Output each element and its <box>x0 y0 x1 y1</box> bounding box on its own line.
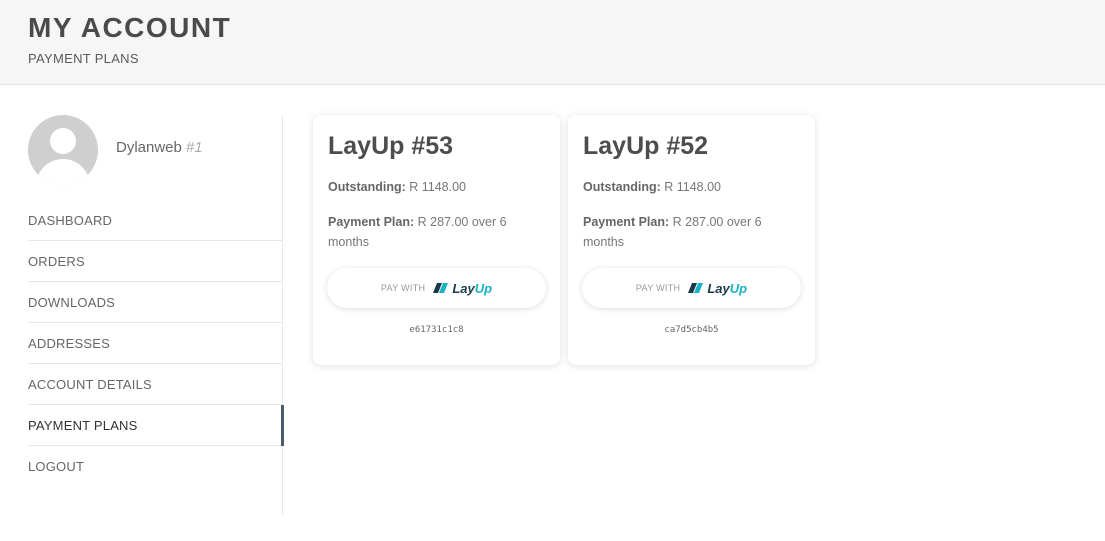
brand-lay: Lay <box>707 280 730 296</box>
nav-item-account-details[interactable]: ACCOUNT DETAILS <box>28 364 283 405</box>
nav-item-payment-plans[interactable]: PAYMENT PLANS <box>28 405 284 446</box>
outstanding-value: R 1148.00 <box>664 180 722 194</box>
brand-up: Up <box>474 280 493 296</box>
outstanding-value: R 1148.00 <box>409 180 467 194</box>
layup-logo-icon: LayUp <box>433 281 492 296</box>
outstanding-line: Outstanding: R 1148.00 <box>583 177 798 197</box>
payment-plan-card: LayUp #52 Outstanding: R 1148.00 Payment… <box>568 115 815 365</box>
account-nav: DASHBOARD ORDERS DOWNLOADS ADDRESSES ACC… <box>28 200 284 487</box>
outstanding-label: Outstanding: <box>328 180 406 194</box>
user-name: Dylanweb #1 <box>116 139 203 156</box>
user-id: #1 <box>185 139 203 156</box>
payment-plan-label: Payment Plan: <box>328 215 415 229</box>
page-subtitle: PAYMENT PLANS <box>28 51 139 66</box>
outstanding-line: Outstanding: R 1148.00 <box>328 177 543 197</box>
page-header: MY ACCOUNT PAYMENT PLANS <box>0 0 1105 85</box>
brand-lay: Lay <box>452 280 475 296</box>
nav-item-downloads[interactable]: DOWNLOADS <box>28 282 283 323</box>
page-title: MY ACCOUNT <box>28 12 232 43</box>
payment-plan-label: Payment Plan: <box>583 215 670 229</box>
nav-item-dashboard[interactable]: DASHBOARD <box>28 200 283 241</box>
payment-plan-line: Payment Plan: R 287.00 over 6 months <box>328 212 543 252</box>
payment-plan-card: LayUp #53 Outstanding: R 1148.00 Payment… <box>313 115 560 365</box>
account-sidebar: Dylanweb #1 DASHBOARD ORDERS DOWNLOADS AD… <box>28 115 284 515</box>
outstanding-label: Outstanding: <box>583 180 661 194</box>
pay-with-label: PAY WITH <box>635 283 681 293</box>
nav-item-addresses[interactable]: ADDRESSES <box>28 323 283 364</box>
card-title: LayUp #53 <box>328 132 454 160</box>
brand-up: Up <box>729 280 748 296</box>
pay-with-label: PAY WITH <box>380 283 426 293</box>
card-reference: e61731c1c8 <box>409 325 464 335</box>
layup-logo-icon: LayUp <box>688 281 747 296</box>
pay-with-layup-button[interactable]: PAY WITH LayUp <box>327 268 546 308</box>
payment-plan-line: Payment Plan: R 287.00 over 6 months <box>583 212 798 252</box>
card-title: LayUp #52 <box>583 132 709 160</box>
nav-item-orders[interactable]: ORDERS <box>28 241 283 282</box>
nav-item-logout[interactable]: LOGOUT <box>28 446 283 487</box>
pay-with-layup-button[interactable]: PAY WITH LayUp <box>582 268 801 308</box>
card-reference: ca7d5cb4b5 <box>664 325 719 335</box>
avatar <box>28 115 98 185</box>
user-name-text: Dylanweb <box>116 139 182 156</box>
